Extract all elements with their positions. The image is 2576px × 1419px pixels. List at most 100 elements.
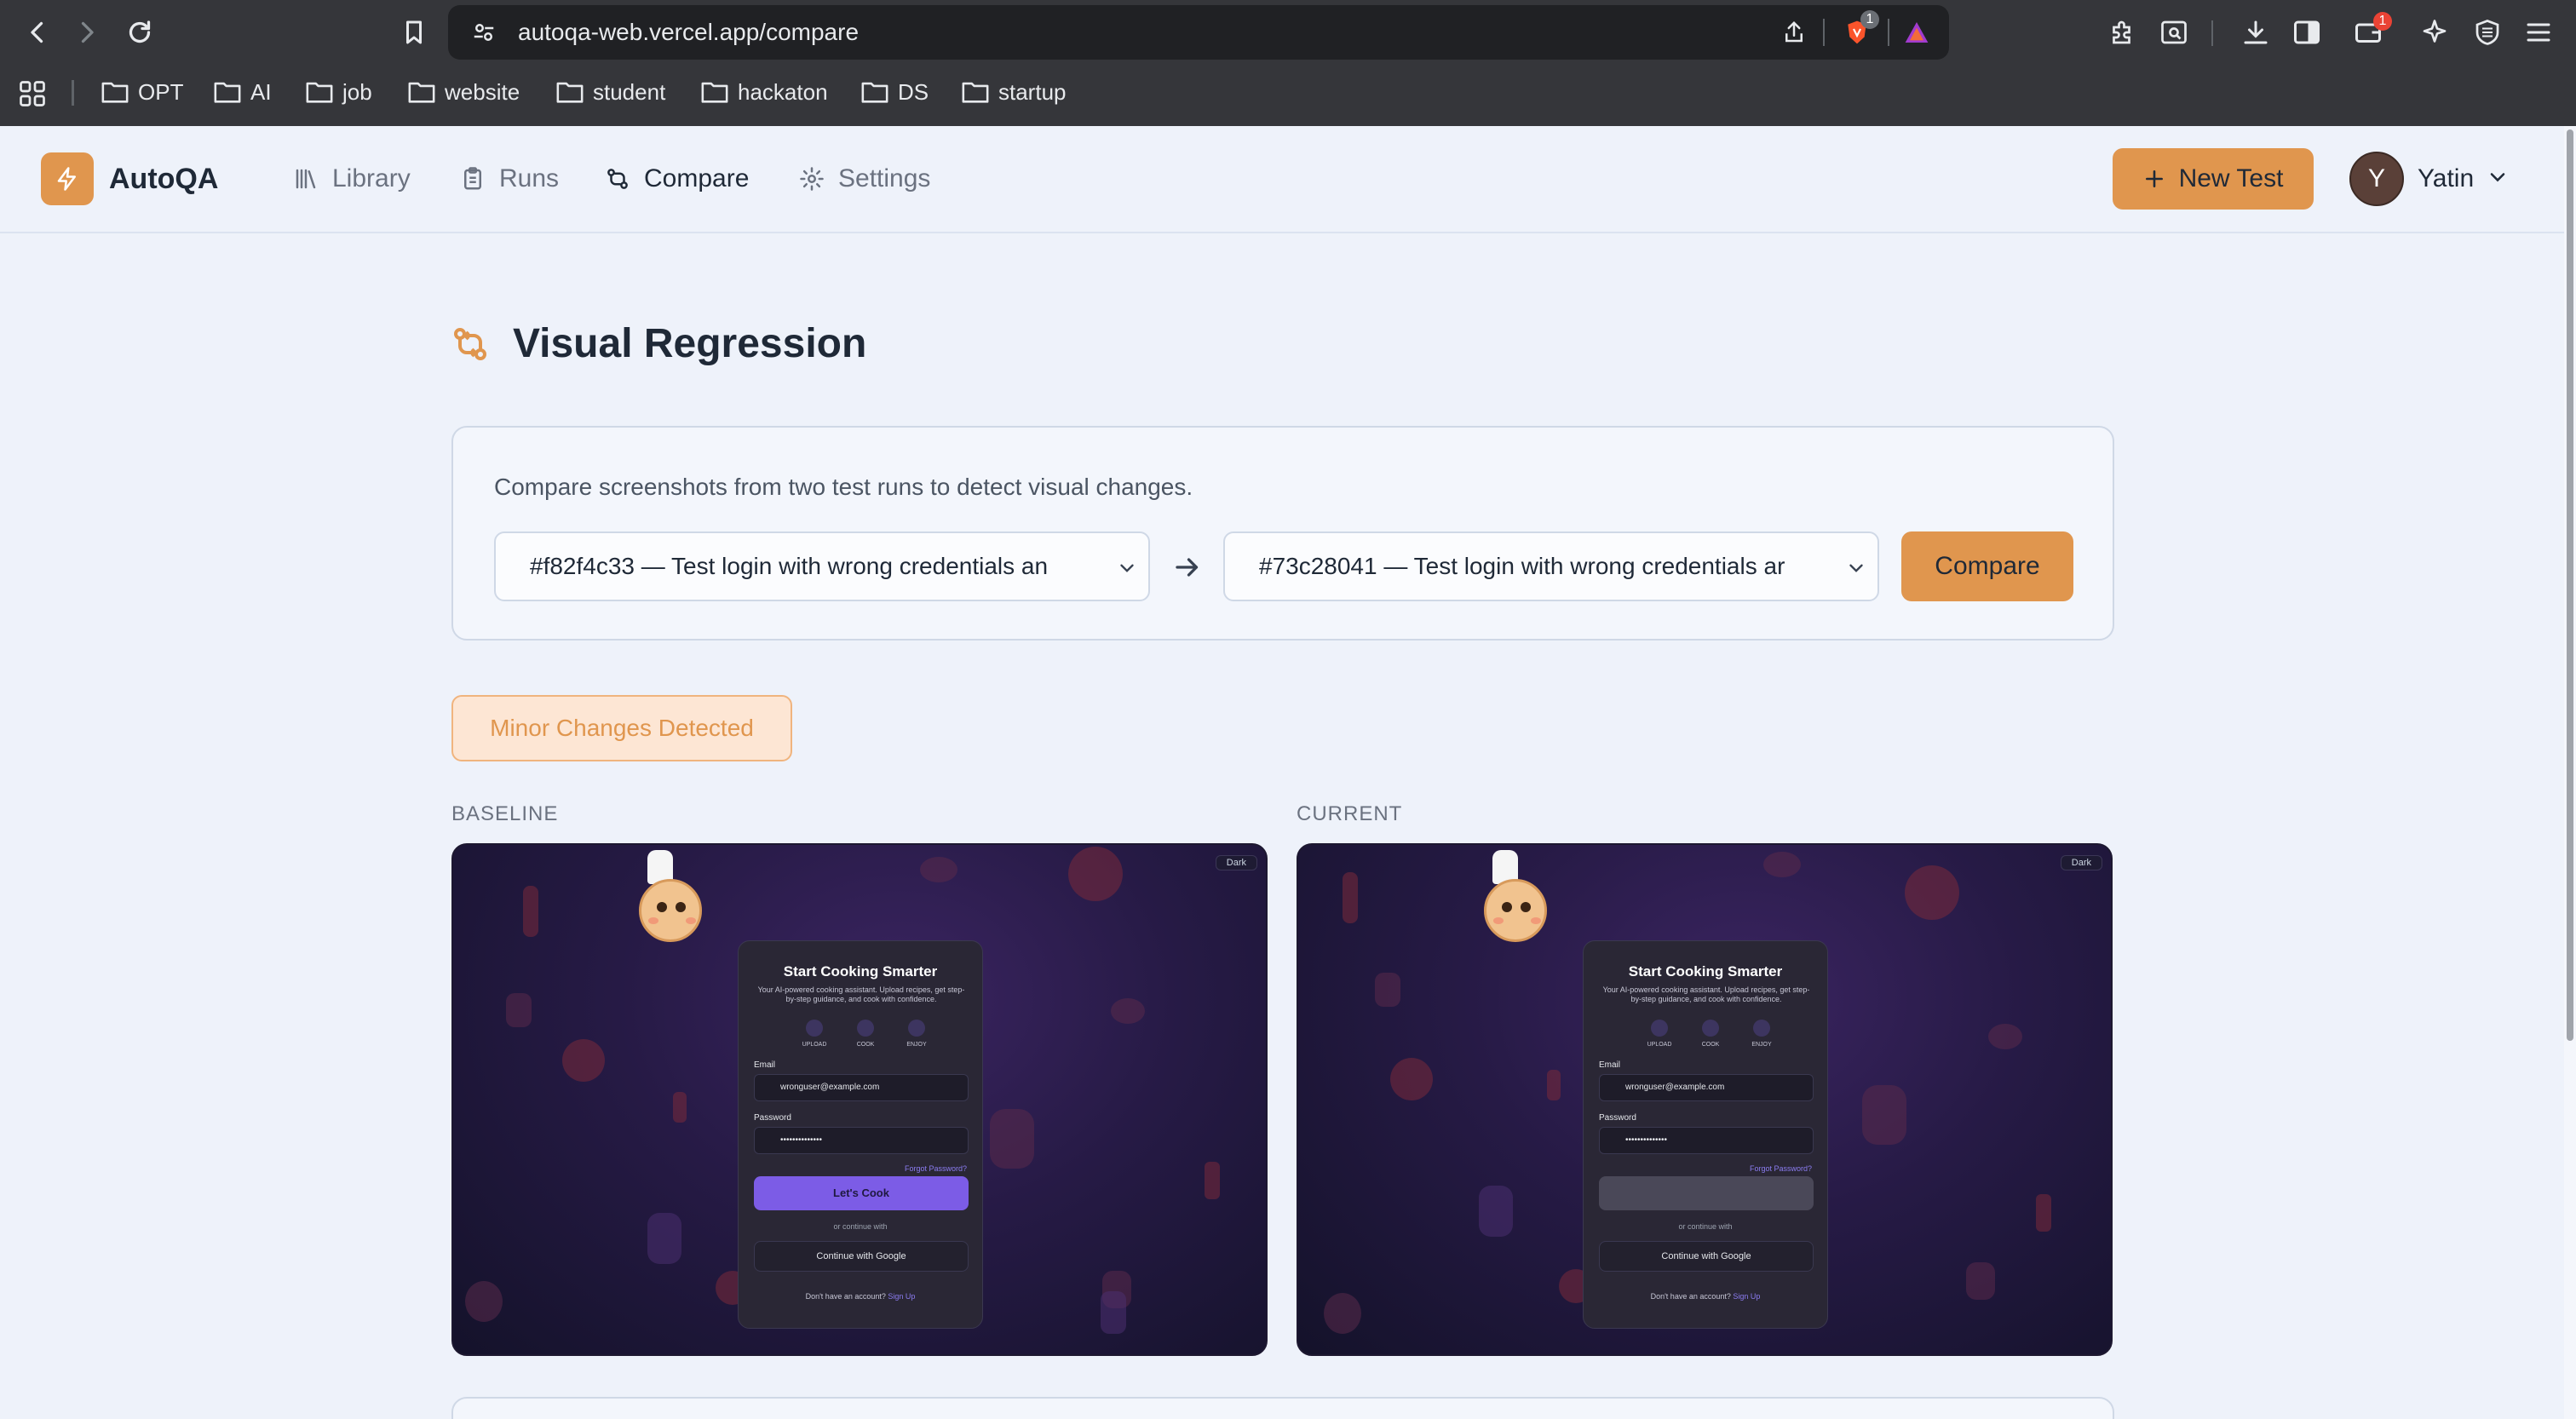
bookmark-folder-student[interactable]: student (555, 72, 665, 112)
bookmark-folder-opt[interactable]: OPT (101, 72, 183, 112)
url-divider (1823, 19, 1825, 46)
url-text[interactable]: autoqa-web.vercel.app/compare (518, 5, 859, 60)
downloads-button[interactable] (2232, 10, 2280, 55)
decor-shape (1547, 1070, 1561, 1100)
decor-shape (1763, 852, 1801, 877)
extensions-button[interactable] (2099, 10, 2147, 55)
bookmark-label: OPT (138, 78, 184, 105)
bookmark-folder-job[interactable]: job (305, 72, 372, 112)
bookmark-button[interactable] (390, 10, 438, 55)
nav-label: Runs (499, 164, 560, 192)
bookmark-icon (406, 20, 422, 44)
scrollbar-thumb[interactable] (2567, 129, 2573, 1041)
email-field: wronguser@example.com (1599, 1074, 1814, 1101)
nav-compare[interactable]: Compare (605, 157, 749, 201)
bookmark-label: AI (250, 78, 272, 105)
puzzle-icon (2113, 20, 2130, 44)
bookmark-label: hackaton (738, 78, 828, 105)
login-subtitle: Your AI-powered cooking assistant. Uploa… (1602, 985, 1810, 1003)
address-bar[interactable]: autoqa-web.vercel.app/compare 1 (448, 5, 1949, 60)
brave-shields-icon[interactable]: 1 (1842, 10, 1879, 48)
decor-shape (465, 1281, 503, 1322)
app-header: AutoQA Library Runs Compare Settings New… (0, 126, 2564, 233)
decor-shape (1111, 998, 1145, 1024)
loading-button (1599, 1176, 1814, 1210)
folder-icon (962, 82, 989, 103)
folder-icon (408, 82, 435, 103)
decor-shape (1068, 847, 1123, 901)
compare-button[interactable]: Compare (1901, 531, 2073, 601)
back-button[interactable] (14, 10, 61, 55)
app-logo[interactable] (41, 152, 94, 205)
bookmark-folder-ds[interactable]: DS (860, 72, 929, 112)
status-badge: Minor Changes Detected (451, 695, 792, 761)
folder-icon (306, 82, 333, 103)
current-run-select[interactable]: #73c28041 — Test login with wrong creden… (1223, 531, 1879, 601)
forgot-password-link: Forgot Password? (1749, 1164, 1812, 1173)
brave-rewards-icon[interactable] (1901, 17, 1932, 48)
new-test-button[interactable]: New Test (2113, 148, 2314, 210)
decor-shape (1375, 973, 1400, 1007)
app-name[interactable]: AutoQA (109, 157, 218, 201)
page-title: Visual Regression (513, 321, 867, 366)
sidebar-button[interactable] (2283, 10, 2331, 55)
step-enjoy: ENJOY (895, 1020, 938, 1048)
chevron-down-icon[interactable] (2486, 165, 2510, 189)
compare-icon (454, 328, 486, 360)
login-subtitle: Your AI-powered cooking assistant. Uploa… (757, 985, 965, 1003)
bookmark-folder-ai[interactable]: AI (213, 72, 272, 112)
decor-shape (990, 1109, 1034, 1169)
password-field: •••••••••••••• (1599, 1127, 1814, 1154)
reader-button[interactable] (2150, 10, 2198, 55)
reload-button[interactable] (116, 10, 164, 55)
decor-shape (562, 1039, 605, 1082)
current-label: CURRENT (1297, 802, 1403, 825)
bookmark-folder-website[interactable]: website (407, 72, 520, 112)
site-settings-icon[interactable] (469, 17, 499, 48)
signup-prompt: Don't have an account? Sign Up (1650, 1292, 1761, 1301)
baseline-screenshot[interactable]: Dark Start Cooking Smarter Your AI-power… (451, 843, 1268, 1356)
diff-panel (451, 1397, 2114, 1419)
leo-ai-button[interactable] (2411, 10, 2458, 55)
bookmark-folder-hackaton[interactable]: hackaton (700, 72, 828, 112)
folder-icon (861, 82, 888, 103)
chevron-down-icon (1849, 564, 1863, 572)
step-upload: UPLOAD (793, 1020, 836, 1048)
vpn-button[interactable] (2464, 10, 2511, 55)
plus-icon (2145, 170, 2163, 187)
share-icon[interactable] (1779, 17, 1809, 48)
nav-runs[interactable]: Runs (460, 157, 559, 201)
decor-shape (1390, 1058, 1433, 1100)
signup-prompt: Don't have an account? Sign Up (805, 1292, 916, 1301)
bookmark-label: student (593, 78, 666, 105)
step-cook: COOK (1689, 1020, 1732, 1048)
decor-shape (1343, 872, 1358, 923)
bookmark-folder-startup[interactable]: startup (961, 72, 1067, 112)
wallet-button[interactable]: 1 (2344, 10, 2392, 55)
download-icon (2244, 20, 2268, 44)
avatar[interactable]: Y (2349, 152, 2404, 206)
bookmarks-bar: OPT AI job website student hackaton DS s… (0, 72, 2576, 112)
compare-description: Compare screenshots from two test runs t… (494, 474, 1193, 500)
reload-icon (129, 20, 151, 43)
current-screenshot[interactable]: Dark Start Cooking Smarter Your AI-power… (1297, 843, 2113, 1356)
google-button: Continue with Google (1599, 1241, 1814, 1272)
decor-shape (920, 857, 957, 882)
baseline-run-select[interactable]: #f82f4c33 — Test login with wrong creden… (494, 531, 1150, 601)
password-label: Password (754, 1113, 791, 1123)
menu-button[interactable] (2515, 10, 2562, 55)
nav-settings[interactable]: Settings (799, 157, 930, 201)
nav-library[interactable]: Library (293, 157, 411, 201)
decor-shape (1862, 1085, 1906, 1145)
step-cook: COOK (844, 1020, 887, 1048)
forward-button[interactable] (63, 10, 111, 55)
bookmark-label: startup (998, 78, 1067, 105)
bookmark-label: job (342, 78, 372, 105)
apps-grid-icon[interactable] (17, 78, 48, 109)
password-field: •••••••••••••• (754, 1127, 969, 1154)
clipboard-icon (464, 167, 481, 190)
email-label: Email (754, 1060, 776, 1070)
current-run-value: #73c28041 — Test login with wrong creden… (1259, 553, 1785, 579)
baseline-label: BASELINE (451, 802, 559, 825)
user-name[interactable]: Yatin (2418, 157, 2474, 201)
